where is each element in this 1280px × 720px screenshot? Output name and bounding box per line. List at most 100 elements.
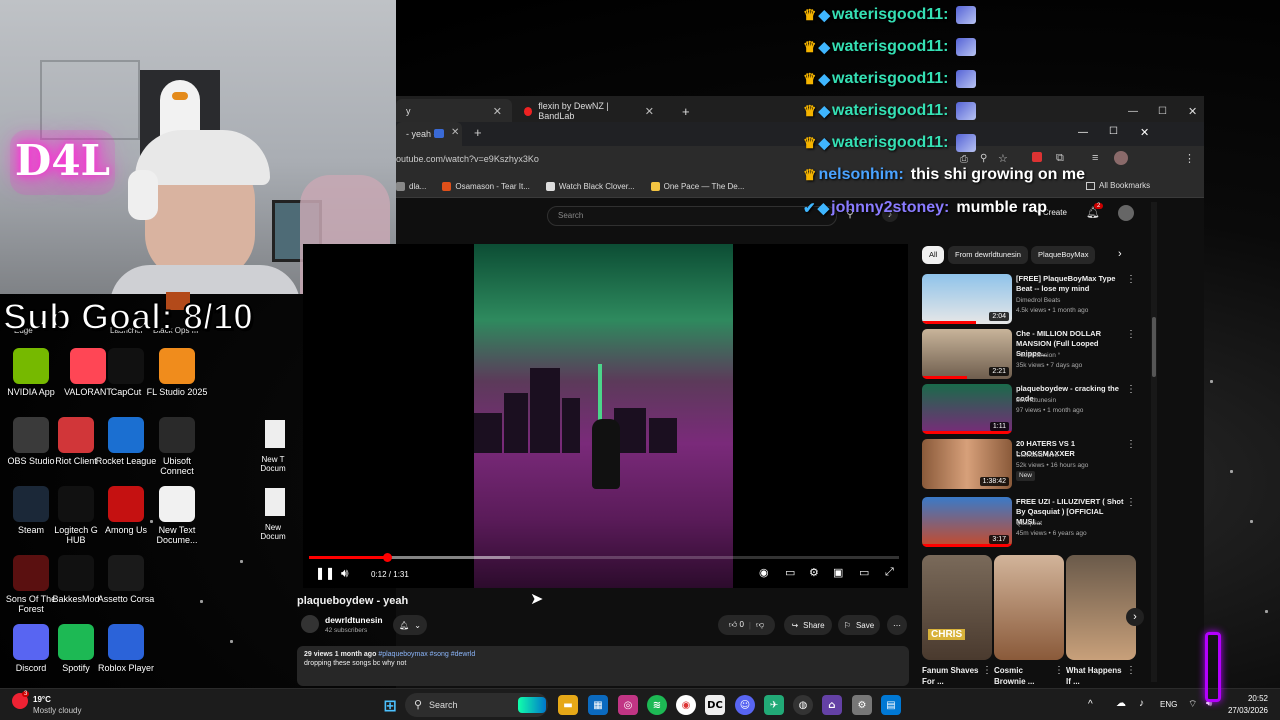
language-indicator[interactable]: ENG [1160, 700, 1177, 709]
reading-list-icon[interactable]: ≡ [1092, 152, 1098, 164]
captions-icon[interactable]: ▭ [785, 566, 795, 579]
weather-temp[interactable]: 19°C [33, 695, 51, 704]
microphone-icon[interactable]: ♪ [1139, 698, 1144, 709]
recommended-channel[interactable]: Qasquiat [1016, 519, 1042, 529]
more-options-icon[interactable]: ⋮ [1126, 329, 1136, 340]
menu-icon[interactable]: ⋮ [1184, 152, 1195, 165]
close-icon[interactable]: ✕ [645, 105, 654, 118]
new-text-doc-label-2[interactable]: New Docum [258, 523, 288, 541]
short-thumbnail[interactable] [1066, 555, 1136, 660]
desktop-icon[interactable]: FL Studio 2025 [146, 348, 208, 397]
more-options-icon[interactable]: ⋮ [1126, 274, 1136, 285]
obs-icon[interactable]: ◍ [793, 695, 813, 715]
microsoft-store-icon[interactable]: ▦ [588, 695, 608, 715]
more-options-icon[interactable]: ⋮ [982, 665, 992, 676]
short-thumbnail[interactable]: CHRIS [922, 555, 992, 660]
bookmark-item[interactable]: dla... [396, 182, 426, 191]
video-thumbnail[interactable]: 3:17 [922, 497, 1012, 547]
scrollbar[interactable] [1151, 202, 1157, 682]
scrollbar-thumb[interactable] [1152, 317, 1156, 377]
desktop-icon[interactable]: Ubisoft Connect [146, 417, 208, 476]
channel-avatar[interactable] [301, 615, 319, 633]
recommended-title[interactable]: [FREE] PlaqueBoyMax Type Beat -- lose my… [1016, 274, 1128, 294]
video-thumbnail[interactable]: 1:38:42 [922, 439, 1012, 489]
close-icon[interactable]: ✕ [451, 127, 459, 138]
close-window-button[interactable]: ✕ [1140, 126, 1149, 139]
recommended-video[interactable]: 2:04 [FREE] PlaqueBoyMax Type Beat -- los… [922, 274, 1142, 324]
all-bookmarks[interactable]: All Bookmarks [1086, 181, 1150, 190]
recommended-channel[interactable]: dewrldtunesin [1016, 396, 1056, 406]
video-thumbnail[interactable]: 2:04 [922, 274, 1012, 324]
video-frame[interactable] [474, 244, 733, 588]
back-tab-bandlab[interactable]: flexin by DewNZ | BandLab ✕ [514, 99, 664, 123]
twitch-icon[interactable]: ⌂ [822, 695, 842, 715]
discord-icon[interactable]: ☺ [735, 695, 755, 715]
dislike-button[interactable]: 👎︎ [756, 620, 764, 630]
windows-start-icon[interactable]: ⊞ [380, 695, 400, 715]
recommended-video[interactable]: 1:38:42 20 HATERS VS 1 LOOKSMAXXER Clavicu… [922, 439, 1142, 489]
text-document-icon[interactable] [265, 488, 285, 516]
bookmark-item[interactable]: Osamason - Tear It... [442, 182, 530, 191]
chevron-up-icon[interactable]: ^ [1088, 699, 1093, 710]
network-icon[interactable]: ⌔ [1188, 698, 1197, 711]
chrome-icon[interactable]: ◉ [676, 695, 696, 715]
new-text-doc-label-1[interactable]: New T Docum [258, 455, 288, 473]
desktop-icon[interactable]: Assetto Corsa [95, 555, 157, 604]
save-button[interactable]: ⚐ Save [838, 615, 880, 635]
minimize-button[interactable]: — [1078, 127, 1088, 138]
recommended-channel[interactable]: Clavicular Live [1016, 451, 1058, 461]
maximize-button[interactable]: ☐ [1148, 99, 1177, 123]
recommended-video[interactable]: 3:17 FREE UZI - LILUZIVERT ( Shot By Qasq… [922, 497, 1142, 547]
minimize-button[interactable]: — [1118, 99, 1148, 123]
clock-date[interactable]: 27/03/2026 [1220, 706, 1268, 715]
recommended-channel[interactable]: Dimedrol Beats [1016, 296, 1060, 306]
url-text[interactable]: outube.com/watch?v=e9Kszhyx3Ko [396, 154, 539, 164]
short-title[interactable]: Fanum Shaves For ... [922, 665, 982, 687]
short-title[interactable]: What Happens If ... [1066, 665, 1126, 687]
maximize-button[interactable]: ☐ [1109, 126, 1118, 137]
spotify-icon[interactable]: ≋ [647, 695, 667, 715]
like-button[interactable]: 👍︎ 0 [729, 620, 744, 630]
recommended-channel[interactable]: ° bubmansion ° [1016, 351, 1060, 361]
chevron-right-icon[interactable]: › [1126, 608, 1144, 626]
theater-mode-icon[interactable]: ▭ [859, 566, 869, 579]
desktop-icon[interactable]: Roblox Player [95, 624, 157, 673]
bookmark-item[interactable]: Watch Black Clover... [545, 182, 635, 191]
search-input[interactable]: Search [547, 206, 837, 226]
description-box[interactable]: 29 views 1 month ago #plaqueboymax #song… [297, 646, 909, 686]
profile-avatar[interactable] [1114, 151, 1128, 165]
desktop-icon[interactable]: NVIDIA App [0, 348, 62, 397]
chip-all[interactable]: All [922, 246, 945, 264]
hashtags[interactable]: #plaqueboymax #song #dewrld [378, 651, 475, 658]
short-title[interactable]: Cosmic Brownie ... [994, 665, 1054, 687]
pause-icon[interactable]: ❚❚ [315, 566, 335, 580]
video-player[interactable]: ❚❚ 🔊︎ 0:12 / 1:31 ◉ ▭ ⚙ ▣ ▭ ⤢ [303, 244, 908, 588]
new-tab-button[interactable]: + [672, 99, 700, 123]
settings-gear-icon[interactable]: ⚙ [852, 695, 872, 715]
onedrive-icon[interactable]: ☁ [1116, 698, 1126, 709]
fullscreen-icon[interactable]: ⤢ [885, 566, 894, 579]
close-icon[interactable]: ✕ [493, 105, 502, 118]
more-options-icon[interactable]: ⋮ [1126, 439, 1136, 450]
instagram-icon[interactable]: ◎ [618, 695, 638, 715]
autoplay-toggle[interactable]: ◉ [759, 566, 769, 579]
more-options-icon[interactable]: ⋮ [1054, 665, 1064, 676]
desktop-icon[interactable]: New Text Docume... [146, 486, 208, 545]
more-options-icon[interactable]: ⋮ [1126, 665, 1136, 676]
more-options-icon[interactable]: ⋮ [1126, 497, 1136, 508]
weather-desc[interactable]: Mostly cloudy [33, 706, 81, 715]
chip-from-channel[interactable]: From dewrldtunesin [948, 246, 1028, 264]
back-tab-1[interactable]: y ✕ [396, 99, 512, 123]
subscribed-button[interactable]: 🔔︎ ⌄ [393, 615, 427, 635]
bookmark-item[interactable]: One Pace — The De... [650, 182, 744, 191]
clock-time[interactable]: 20:52 [1220, 694, 1268, 703]
avatar[interactable] [1118, 205, 1134, 221]
channel-name[interactable]: dewrldtunesin [325, 615, 383, 625]
chip-plaqueboymax[interactable]: PlaqueBoyMax [1031, 246, 1096, 264]
app-icon[interactable]: ✈ [764, 695, 784, 715]
short-thumbnail[interactable] [994, 555, 1064, 660]
dc-app-icon[interactable]: DC [705, 695, 725, 715]
volume-icon[interactable]: 🔊︎ [341, 566, 349, 581]
new-tab-button[interactable]: + [474, 125, 482, 140]
recommended-video[interactable]: 2:21 Che - MILLION DOLLAR MANSION (Full L… [922, 329, 1142, 379]
